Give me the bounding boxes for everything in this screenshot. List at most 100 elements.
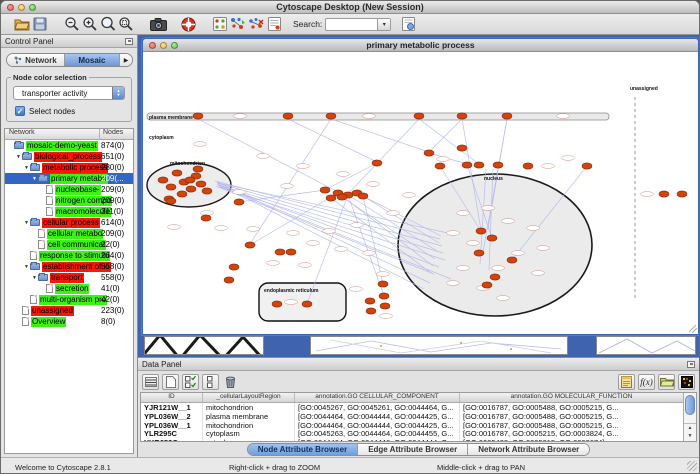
network-node[interactable]: [507, 257, 517, 263]
tab-edge-attribute-browser[interactable]: Edge Attribute Browser: [358, 444, 468, 455]
tree-row[interactable]: cellular metabo209(0): [5, 228, 133, 239]
tree-row[interactable]: secretion41(0): [5, 283, 133, 294]
tree-item-label[interactable]: secretion: [55, 284, 89, 294]
expand-caret-icon[interactable]: ▼: [15, 154, 22, 160]
tree-row[interactable]: response to stimulu264(0): [5, 250, 133, 261]
tree-item-label[interactable]: cellular process: [42, 218, 100, 228]
expand-caret-icon[interactable]: ▼: [23, 220, 30, 226]
network-node[interactable]: [414, 113, 424, 119]
tree-row[interactable]: mosaic-demo-yeast874(0): [5, 140, 133, 151]
search-dropdown-icon[interactable]: ▾: [377, 19, 390, 30]
zoom-selected-region-icon[interactable]: [117, 15, 135, 33]
apply-layout-icon[interactable]: [229, 15, 247, 33]
tree-row[interactable]: nitrogen compo209(0): [5, 195, 133, 206]
tree-item-label[interactable]: biological_process: [34, 152, 102, 162]
select-nodes-checkbox[interactable]: ✓: [15, 106, 25, 116]
table-row[interactable]: YJR121W__1mitochondrion[GO:0045267, GO:0…: [141, 403, 683, 412]
table-cell[interactable]: YLR295C: [141, 429, 203, 438]
table-cell[interactable]: cytoplasm: [203, 429, 295, 438]
tree-row[interactable]: ▼primary metabo209(...: [5, 173, 133, 184]
attribute-select-icon[interactable]: [142, 374, 159, 390]
network-view-window[interactable]: primary metabolic process plasma membran…: [142, 38, 699, 335]
network-node[interactable]: [166, 184, 176, 190]
float-panel-icon[interactable]: [125, 38, 133, 45]
tree-row[interactable]: ▼transport558(0): [5, 272, 133, 283]
column-header[interactable]: annotation.GO MOLECULAR_FUNCTION: [460, 393, 683, 402]
table-cell[interactable]: [GO:0044464, GO:0044444, GO:0044425, G..…: [295, 421, 460, 430]
node-color-dropdown[interactable]: transporter activity ▲▼: [13, 86, 125, 100]
scrollbar-thumb[interactable]: [685, 395, 695, 415]
network-view-icon[interactable]: [211, 15, 229, 33]
network-node[interactable]: [337, 194, 347, 200]
network-node[interactable]: [474, 250, 484, 256]
tree-row[interactable]: ▼cellular process614(0): [5, 217, 133, 228]
table-cell[interactable]: [GO:0045267, GO:0045261, GO:0044464, G..…: [295, 403, 460, 412]
network-node[interactable]: [185, 177, 195, 183]
expand-caret-icon[interactable]: ▼: [31, 275, 38, 281]
tree-row[interactable]: macromolecule311(0): [5, 206, 133, 217]
table-row[interactable]: YPL036W__1mitochondrion[GO:0044464, GO:0…: [141, 421, 683, 430]
network-node[interactable]: [474, 162, 484, 168]
network-node[interactable]: [286, 249, 296, 255]
tree-item-label[interactable]: primary metabo: [50, 174, 108, 184]
tab-network[interactable]: Network: [7, 54, 65, 66]
zoom-fit-icon[interactable]: [99, 15, 117, 33]
table-cell[interactable]: plasma membrane: [203, 412, 295, 421]
network-node[interactable]: [487, 235, 497, 241]
network-node[interactable]: [166, 198, 176, 204]
network-node[interactable]: [275, 249, 285, 255]
tree-row[interactable]: unassigned223(0): [5, 305, 133, 316]
table-cell[interactable]: [GO:0044464, GO:0044444, GO:0044425, G..…: [295, 412, 460, 421]
network-node[interactable]: [659, 191, 669, 197]
table-cell[interactable]: mitochondrion: [203, 421, 295, 430]
network-node[interactable]: [302, 301, 312, 307]
network-node[interactable]: [358, 193, 368, 199]
background-window[interactable]: [596, 336, 696, 355]
network-node[interactable]: [326, 113, 336, 119]
table-row[interactable]: YPL036W__2plasma membrane[GO:0044464, GO…: [141, 412, 683, 421]
tree-row[interactable]: multi-organism pro42(0): [5, 294, 133, 305]
tree-row[interactable]: nucleobase-209(0): [5, 184, 133, 195]
tab-overflow-icon[interactable]: ▶: [120, 54, 132, 66]
table-cell[interactable]: cytoplasm: [203, 438, 295, 442]
background-window[interactable]: [310, 336, 568, 355]
network-node[interactable]: [234, 199, 244, 205]
notes-icon[interactable]: [618, 374, 635, 390]
tree-item-label[interactable]: cellular metabo: [47, 229, 103, 239]
network-node[interactable]: [380, 303, 390, 309]
tree-item-label[interactable]: response to stimulu: [39, 251, 110, 261]
network-canvas[interactable]: plasma membranecytoplasmmitochondrionnuc…: [143, 52, 698, 334]
network-node[interactable]: [196, 181, 206, 187]
column-header[interactable]: annotation.GO CELLULAR_COMPONENT: [295, 393, 460, 402]
network-node[interactable]: [229, 264, 239, 270]
resize-grip[interactable]: [687, 461, 697, 471]
tree-item-label[interactable]: cell communicat: [47, 240, 106, 250]
column-header[interactable]: ID: [141, 393, 203, 402]
network-node[interactable]: [462, 162, 472, 168]
search-field[interactable]: [326, 19, 377, 30]
canvas-resize-grip[interactable]: [689, 325, 696, 332]
tree-item-label[interactable]: nucleobase-: [55, 185, 101, 195]
table-cell[interactable]: YKR052C: [141, 438, 203, 442]
float-data-panel-icon[interactable]: [687, 361, 695, 368]
table-row[interactable]: YKR052Ccytoplasm[GO:0044464, GO:0044446,…: [141, 438, 683, 442]
expand-caret-icon[interactable]: ▼: [23, 264, 30, 270]
select-attributes-icon[interactable]: [182, 374, 199, 390]
search-input[interactable]: ▾: [325, 18, 391, 31]
network-node[interactable]: [378, 281, 388, 287]
table-cell[interactable]: [GO:0044464, GO:0044446, GO:0044444, G..…: [295, 438, 460, 442]
network-node[interactable]: [379, 293, 389, 299]
network-edge[interactable]: [239, 190, 325, 202]
network-edge[interactable]: [419, 119, 479, 164]
network-node[interactable]: [186, 186, 196, 192]
network-node[interactable]: [320, 187, 330, 193]
network-edge[interactable]: [348, 119, 419, 194]
network-node[interactable]: [476, 228, 486, 234]
expand-caret-icon[interactable]: ▼: [23, 165, 30, 171]
open-icon[interactable]: [13, 15, 31, 33]
scrollbar-arrows[interactable]: ▲▼: [684, 423, 696, 441]
network-edge[interactable]: [288, 119, 377, 162]
network-node[interactable]: [493, 162, 503, 168]
background-window[interactable]: [144, 336, 264, 355]
network-node[interactable]: [193, 113, 203, 119]
